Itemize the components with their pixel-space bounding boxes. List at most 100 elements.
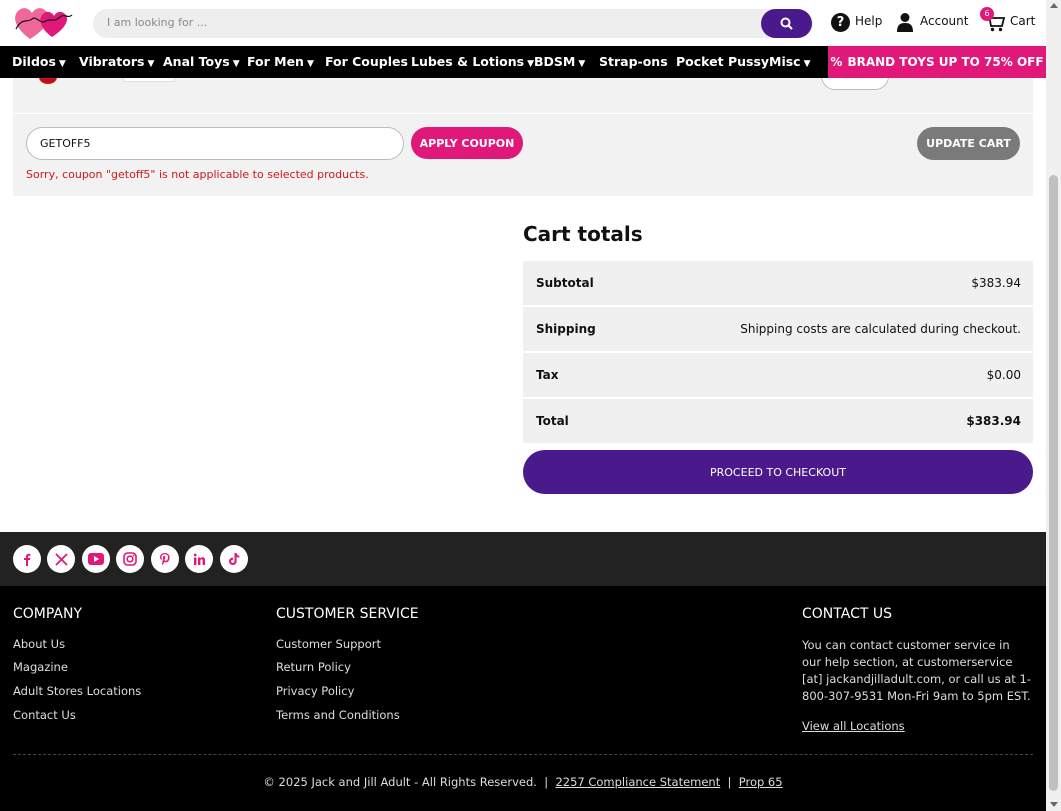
- separator: |: [540, 775, 552, 789]
- footer-link-customer-support[interactable]: Customer Support: [276, 637, 381, 651]
- apply-coupon-button[interactable]: APPLY COUPON: [411, 127, 523, 159]
- nav-item-dildos[interactable]: Dildos ▼: [12, 54, 66, 69]
- footer-link-terms[interactable]: Terms and Conditions: [276, 708, 400, 722]
- coupon-code-input[interactable]: GETOFF5: [26, 127, 404, 160]
- nav-item-anal-toys[interactable]: Anal Toys ▼: [163, 54, 240, 69]
- scrollbar-thumb[interactable]: [1049, 175, 1058, 791]
- coupon-error-message: Sorry, coupon "getoff5" is not applicabl…: [26, 168, 369, 181]
- brand-toys-promo-button[interactable]: % BRAND TOYS UP TO 75% OFF: [828, 46, 1046, 78]
- pinterest-icon[interactable]: [151, 545, 179, 573]
- footer-link-about-us[interactable]: About Us: [13, 637, 65, 651]
- nav-label: For Men: [247, 54, 304, 69]
- nav-item-lubes-lotions[interactable]: Lubes & Lotions ▼: [411, 54, 534, 69]
- separator: |: [723, 775, 736, 789]
- remove-item-icon[interactable]: [39, 78, 57, 84]
- search-bar[interactable]: I am looking for ...: [93, 9, 813, 38]
- footer-link-store-locations[interactable]: Adult Stores Locations: [13, 684, 141, 698]
- nav-label: Pocket Pussy: [676, 54, 770, 69]
- cart-link[interactable]: Cart: [1010, 14, 1035, 28]
- site-header: I am looking for ... ? Help Account 6 Ca…: [0, 0, 1046, 46]
- shipping-label: Shipping: [536, 322, 596, 336]
- quantity-stepper[interactable]: [821, 78, 889, 90]
- tiktok-icon[interactable]: [220, 545, 248, 573]
- nav-item-for-men[interactable]: For Men ▼: [247, 54, 314, 69]
- compliance-statement-link[interactable]: 2257 Compliance Statement: [555, 775, 720, 789]
- tax-row: Tax $0.00: [523, 353, 1033, 397]
- tax-value: $0.00: [986, 368, 1021, 382]
- nav-item-for-couples[interactable]: For Couples: [325, 54, 408, 69]
- scroll-down-arrow[interactable]: [1050, 802, 1058, 807]
- shipping-row: Shipping Shipping costs are calculated d…: [523, 307, 1033, 351]
- chevron-down-icon: ▼: [578, 59, 586, 69]
- nav-item-misc[interactable]: Misc ▼: [769, 54, 811, 69]
- linkedin-icon[interactable]: [185, 545, 213, 573]
- nav-label: Dildos: [12, 54, 56, 69]
- contact-us-heading: CONTACT US: [802, 606, 892, 622]
- chevron-down-icon: ▼: [232, 59, 240, 69]
- subtotal-label: Subtotal: [536, 276, 594, 290]
- nav-item-pocket-pussy[interactable]: Pocket Pussy: [676, 54, 769, 69]
- search-input[interactable]: I am looking for ...: [107, 16, 207, 29]
- customer-service-heading: CUSTOMER SERVICE: [276, 606, 419, 622]
- nav-label: Misc: [769, 54, 801, 69]
- nav-item-vibrators[interactable]: Vibrators ▼: [79, 54, 154, 69]
- view-all-locations-link[interactable]: View all Locations: [802, 719, 905, 733]
- jack-and-jill-logo[interactable]: [10, 3, 76, 43]
- facebook-icon[interactable]: [13, 545, 41, 573]
- subtotal-row: Subtotal $383.94: [523, 261, 1033, 305]
- total-label: Total: [536, 414, 569, 428]
- promo-label: BRAND TOYS UP TO 75% OFF: [847, 55, 1044, 69]
- nav-label: Strap-ons: [599, 54, 668, 69]
- cart-item-row: [13, 78, 1033, 113]
- youtube-icon[interactable]: [82, 545, 110, 573]
- copyright-text: © 2025 Jack and Jill Adult - All Rights …: [263, 775, 537, 789]
- prop-65-link[interactable]: Prop 65: [739, 775, 783, 789]
- chevron-down-icon: ▼: [803, 59, 811, 69]
- chevron-down-icon: ▼: [306, 59, 314, 69]
- contact-description: You can contact customer service in our …: [802, 638, 1031, 703]
- help-link[interactable]: Help: [855, 14, 882, 28]
- shipping-value: Shipping costs are calculated during che…: [740, 322, 1021, 336]
- product-thumbnail[interactable]: [123, 78, 175, 82]
- cart-totals-title: Cart totals: [523, 222, 643, 246]
- company-heading: COMPANY: [13, 606, 83, 622]
- total-row: Total $383.94: [523, 399, 1033, 443]
- footer-link-magazine[interactable]: Magazine: [13, 660, 68, 674]
- instagram-icon[interactable]: [116, 545, 144, 573]
- footer-link-contact-us[interactable]: Contact Us: [13, 708, 76, 722]
- main-nav: Dildos ▼ Vibrators ▼ Anal Toys ▼ For Men ▼ F…: [0, 46, 1046, 78]
- total-value: $383.94: [966, 414, 1021, 428]
- scroll-up-arrow[interactable]: [1050, 3, 1058, 8]
- cart-totals-table: Subtotal $383.94 Shipping Shipping costs…: [523, 261, 1033, 443]
- account-icon[interactable]: [896, 12, 914, 32]
- site-footer: COMPANY About Us Magazine Adult Stores L…: [0, 586, 1046, 811]
- update-cart-button[interactable]: UPDATE CART: [917, 127, 1020, 160]
- chevron-down-icon: ▼: [527, 59, 534, 69]
- social-bar: [0, 532, 1046, 586]
- footer-link-return-policy[interactable]: Return Policy: [276, 660, 351, 674]
- nav-item-strap-ons[interactable]: Strap-ons: [599, 54, 668, 69]
- nav-label: Lubes & Lotions: [411, 54, 525, 69]
- page-scrollbar[interactable]: [1046, 0, 1061, 811]
- coupon-section: GETOFF5 APPLY COUPON UPDATE CART Sorry, …: [13, 114, 1033, 196]
- help-icon[interactable]: ?: [831, 13, 850, 32]
- nav-label: Vibrators: [79, 54, 145, 69]
- nav-label: For Couples: [325, 54, 408, 69]
- tax-label: Tax: [536, 368, 559, 382]
- chevron-down-icon: ▼: [147, 59, 155, 69]
- x-icon[interactable]: [47, 545, 75, 573]
- nav-item-bdsm[interactable]: BDSM ▼: [534, 54, 585, 69]
- search-button[interactable]: [761, 9, 812, 38]
- chevron-down-icon: ▼: [58, 59, 66, 69]
- copyright-line: © 2025 Jack and Jill Adult - All Rights …: [0, 775, 1046, 789]
- footer-link-privacy-policy[interactable]: Privacy Policy: [276, 684, 354, 698]
- search-icon: [780, 17, 793, 30]
- account-link[interactable]: Account: [920, 14, 968, 28]
- percent-icon: %: [830, 55, 843, 69]
- nav-label: Anal Toys: [163, 54, 230, 69]
- subtotal-value: $383.94: [971, 276, 1021, 290]
- cart-count-badge: 6: [980, 7, 994, 21]
- proceed-to-checkout-button[interactable]: PROCEED TO CHECKOUT: [523, 450, 1033, 494]
- nav-label: BDSM: [534, 54, 576, 69]
- footer-divider: [13, 754, 1033, 755]
